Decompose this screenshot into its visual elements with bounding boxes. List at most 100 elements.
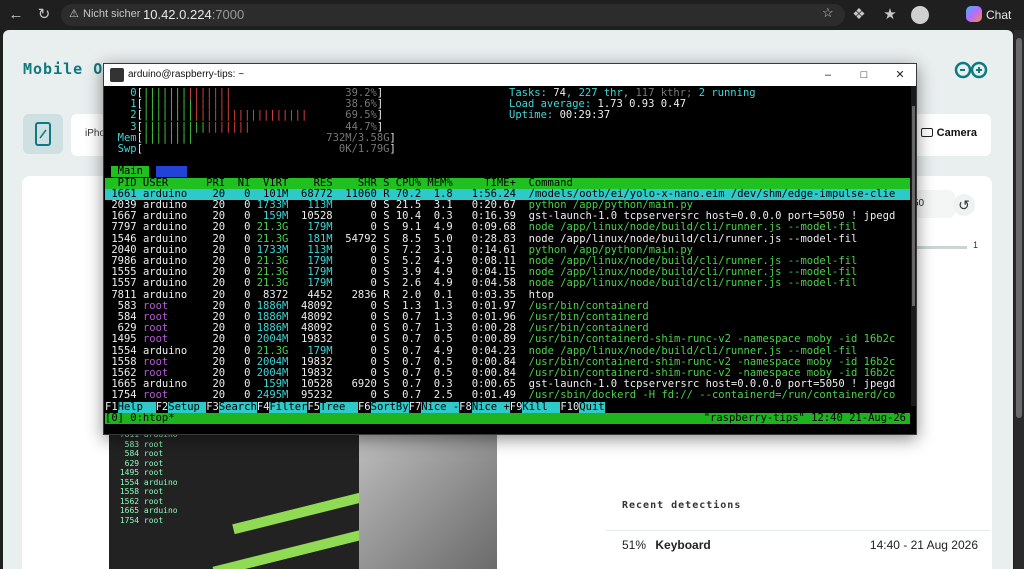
- cpu-bar-system: |||||||: [187, 88, 232, 99]
- terminal-scrollbar[interactable]: [911, 86, 916, 406]
- process-row[interactable]: 1554 arduino 20 0 21.3G 179M 0 S 0.7 4.9…: [105, 346, 910, 357]
- not-secure-icon[interactable]: ⚠: [69, 7, 79, 20]
- fkey-label[interactable]: Kill: [522, 401, 561, 413]
- command: gst-launch-1.0 tcpserversrc host=0.0.0.0…: [528, 211, 896, 223]
- bookmark-star-icon[interactable]: ☆: [822, 5, 834, 21]
- fkey[interactable]: F9: [510, 402, 523, 413]
- process-row[interactable]: 1555 arduino 20 0 21.3G 179M 0 S 3.9 4.9…: [105, 267, 910, 278]
- shr: 11060: [338, 188, 384, 200]
- process-row[interactable]: 1562 root 20 0 2004M 19832 0 S 0.7 0.5 0…: [105, 368, 910, 379]
- fkey-label[interactable]: Help: [117, 401, 156, 413]
- fkey[interactable]: F4: [257, 402, 270, 413]
- pid: 7811: [105, 289, 143, 301]
- shr: 0: [338, 278, 384, 290]
- close-icon[interactable]: ✕: [892, 67, 908, 83]
- fkey-label[interactable]: Search: [218, 401, 257, 413]
- shr: 6920: [338, 379, 384, 391]
- terminal-window[interactable]: arduino@raspberry-tips: ~ – □ ✕ 0[||||||…: [103, 63, 917, 435]
- page-scrollbar[interactable]: [1014, 30, 1024, 569]
- process-header[interactable]: PID USER PRI NI VIRT RES SHR S CPU% MEM%…: [105, 177, 910, 189]
- virt: 21.3G: [256, 233, 295, 245]
- cpu-bar-user: ||||||||||: [142, 121, 207, 133]
- copilot-button[interactable]: Chat: [966, 5, 1011, 25]
- minimize-icon[interactable]: –: [820, 67, 836, 83]
- command: /models/ootb/ei/yolo-x-nano.eim /dev/shm…: [528, 188, 896, 200]
- virt: 1733M: [256, 200, 295, 211]
- res: 181M: [294, 233, 339, 245]
- user: arduino: [142, 289, 207, 301]
- process-row[interactable]: 2039 arduino 20 0 1733M 113M 0 S 21.5 3.…: [105, 200, 910, 211]
- cpu-id: 2: [105, 110, 137, 122]
- user: arduino: [142, 278, 207, 290]
- process-row[interactable]: 629 root 20 0 1886M 48092 0 S 0.7 1.3 0:…: [105, 323, 910, 334]
- process-row[interactable]: 1665 arduino 20 0 159M 10528 6920 S 0.7 …: [105, 379, 910, 390]
- favorites-icon[interactable]: ★: [880, 5, 900, 25]
- slider-max-label: 1: [973, 240, 979, 250]
- process-row[interactable]: 584 root 20 0 1886M 48092 0 S 0.7 1.3 0:…: [105, 312, 910, 323]
- command: python /app/python/main.py: [528, 244, 693, 256]
- process-row[interactable]: 1667 arduino 20 0 159M 10528 0 S 10.4 0.…: [105, 211, 910, 222]
- process-row[interactable]: 1546 arduino 20 0 21.3G 181M 54792 S 8.5…: [105, 234, 910, 245]
- fkey-label[interactable]: SortBy: [370, 401, 409, 413]
- virt: 2004M: [256, 334, 295, 346]
- process-row[interactable]: 1495 root 20 0 2004M 19832 0 S 0.7 0.5 0…: [105, 334, 910, 345]
- command: node /app/linux/node/build/cli/runner.js…: [528, 233, 858, 245]
- state: S: [383, 356, 396, 368]
- pid: 1562: [105, 368, 143, 379]
- terminal-titlebar[interactable]: arduino@raspberry-tips: ~ – □ ✕: [104, 64, 916, 86]
- process-row[interactable]: 583 root 20 0 1886M 48092 0 S 1.3 1.3 0:…: [105, 301, 910, 312]
- cpu-id: 3: [105, 121, 137, 133]
- res: 179M: [294, 267, 339, 279]
- confidence-slider[interactable]: [911, 246, 967, 249]
- usage: 0.7 0.3 0:00.65: [395, 379, 529, 391]
- usage: 0.7 0.5 0:00.84: [395, 356, 529, 368]
- back-icon[interactable]: ←: [6, 5, 26, 25]
- process-row[interactable]: 2040 arduino 20 0 1733M 113M 0 S 7.2 3.1…: [105, 245, 910, 256]
- process-row[interactable]: 7797 arduino 20 0 21.3G 179M 0 S 9.1 4.9…: [105, 222, 910, 233]
- virt: 159M: [256, 379, 295, 391]
- shr: 0: [338, 323, 384, 335]
- fkey[interactable]: F3: [206, 402, 219, 413]
- htop-screen[interactable]: 0[|||||||||||||| 39.2%] 1[||||||||||||||…: [105, 86, 910, 434]
- reset-icon[interactable]: ↺: [953, 194, 975, 216]
- fkey[interactable]: F2: [156, 402, 169, 413]
- fkey[interactable]: F10: [560, 402, 579, 413]
- fkey[interactable]: F1: [105, 402, 118, 413]
- reload-icon[interactable]: ↻: [34, 5, 54, 25]
- scrollbar-thumb[interactable]: [1016, 38, 1022, 418]
- pid: 1661: [105, 188, 143, 200]
- shr: 0: [338, 312, 384, 323]
- process-row[interactable]: 7811 arduino 20 0 8372 4452 2836 R 2.0 0…: [105, 290, 910, 301]
- usage: 3.9 4.9 0:04.15: [395, 267, 529, 279]
- virt: 21.3G: [256, 222, 295, 234]
- fkey-label[interactable]: Quit: [579, 401, 605, 413]
- extensions-icon[interactable]: ❖: [849, 5, 869, 25]
- fkey-label[interactable]: Filter: [269, 401, 308, 413]
- state: S: [383, 200, 396, 211]
- fkey-label[interactable]: Tree: [320, 401, 358, 413]
- fkey[interactable]: F7: [409, 402, 422, 413]
- address-bar[interactable]: ⚠ Nicht sicher 10.42.0.224:7000: [61, 4, 845, 26]
- fkey-label[interactable]: Nice -: [421, 401, 460, 413]
- fkey-label[interactable]: Nice +: [471, 401, 510, 413]
- process-row[interactable]: 7986 arduino 20 0 21.3G 179M 0 S 5.2 4.9…: [105, 256, 910, 267]
- fkey[interactable]: F8: [459, 402, 472, 413]
- meter-bracket: ]: [376, 121, 384, 133]
- process-row[interactable]: 1557 arduino 20 0 21.3G 179M 0 S 2.6 4.9…: [105, 278, 910, 289]
- profile-avatar[interactable]: [911, 6, 929, 24]
- fkey[interactable]: F6: [358, 402, 371, 413]
- fkey-label[interactable]: Setup: [168, 401, 207, 413]
- shr: 0: [338, 200, 384, 211]
- shr: 0: [338, 368, 384, 379]
- terminal-scrollbar-thumb[interactable]: [912, 106, 915, 306]
- process-row[interactable]: 1558 root 20 0 2004M 19832 0 S 0.7 0.5 0…: [105, 357, 910, 368]
- fkey[interactable]: F5: [307, 402, 320, 413]
- pid: 1546: [105, 233, 143, 245]
- maximize-icon[interactable]: □: [856, 67, 872, 83]
- process-row[interactable]: 1754 root 20 0 2495M 95232 0 S 0.7 2.5 0…: [105, 390, 910, 401]
- state: S: [383, 256, 396, 267]
- process-row[interactable]: 1661 arduino 20 0 101M 68772 11060 R 70.…: [105, 188, 910, 200]
- uptime-label: Uptime:: [509, 110, 560, 122]
- meter-bracket: ]: [376, 99, 384, 111]
